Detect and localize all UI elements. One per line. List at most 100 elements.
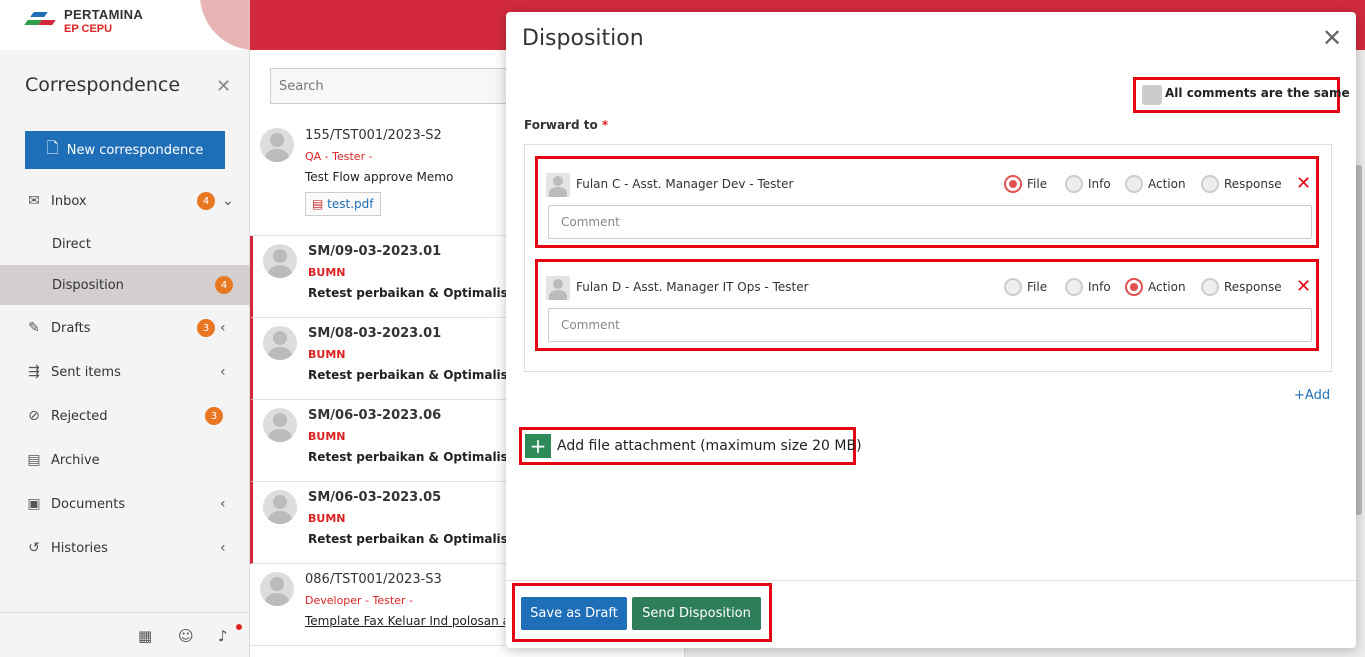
sidebar-item-inbox[interactable]: ✉ Inbox 4 ⌄ (0, 181, 250, 221)
radio-file[interactable]: File (1004, 175, 1047, 193)
new-correspondence-label: New correspondence (66, 142, 204, 158)
recipient-name: Fulan D - Asst. Manager IT Ops - Tester (576, 280, 809, 294)
item-sender: BUMN (308, 266, 346, 279)
radio-label: File (1027, 280, 1048, 294)
inbox-icon: ✉ (28, 193, 40, 209)
radio-button[interactable] (1201, 175, 1219, 193)
plus-icon: + (1294, 388, 1305, 403)
recipient-row: Fulan C - Asst. Manager Dev - Tester Fil… (535, 156, 1319, 248)
same-comments-checkbox[interactable] (1142, 85, 1162, 105)
history-icon: ↺ (28, 540, 40, 556)
radio-button[interactable] (1004, 175, 1022, 193)
item-sender: BUMN (308, 512, 346, 525)
comment-input[interactable]: Comment (548, 308, 1312, 342)
required-mark: * (601, 118, 609, 132)
add-attachment-icon[interactable]: + (525, 434, 551, 458)
sidebar-item-documents[interactable]: ▣ Documents ‹ (0, 484, 250, 524)
notification-dot (236, 624, 242, 630)
avatar (260, 128, 294, 162)
item-sender: QA - Tester - (305, 150, 373, 163)
sent-icon: ⇶ (28, 364, 40, 380)
chevron-left-icon[interactable]: ‹ (220, 364, 226, 380)
comment-input[interactable]: Comment (548, 205, 1312, 239)
radio-info[interactable]: Info (1065, 278, 1111, 296)
attachment-link[interactable]: ▤ test.pdf (305, 192, 381, 216)
chevron-left-icon[interactable]: ‹ (220, 540, 226, 556)
sidebar-item-disposition[interactable]: Disposition 4 (0, 265, 250, 305)
bell-icon[interactable]: ♪ (218, 627, 228, 645)
radio-button[interactable] (1201, 278, 1219, 296)
send-disposition-button[interactable]: Send Disposition (632, 597, 761, 630)
save-draft-button[interactable]: Save as Draft (521, 597, 627, 630)
radio-label: Response (1224, 177, 1282, 191)
drafts-count-badge: 3 (197, 319, 215, 337)
add-attachment-label[interactable]: Add file attachment (maximum size 20 MB) (557, 438, 862, 454)
radio-button[interactable] (1125, 175, 1143, 193)
rejected-count-badge: 3 (205, 407, 223, 425)
brand-logo[interactable]: PERTAMINA EP CEPU (22, 8, 143, 36)
document-icon[interactable]: ▦ (138, 627, 152, 645)
radio-button[interactable] (1065, 278, 1083, 296)
user-settings-icon[interactable]: ☺ (178, 627, 194, 645)
documents-icon: ▣ (27, 496, 41, 512)
item-number: SM/08-03-2023.01 (308, 326, 442, 341)
avatar (546, 173, 570, 197)
radio-file[interactable]: File (1004, 278, 1047, 296)
radio-action[interactable]: Action (1125, 175, 1186, 193)
sidebar-item-sent[interactable]: ⇶ Sent items ‹ (0, 352, 250, 392)
add-recipient-link[interactable]: +Add (1294, 388, 1330, 403)
chevron-left-icon[interactable]: ‹ (220, 320, 226, 336)
sidebar-item-rejected[interactable]: ⊘ Rejected 3 (0, 396, 250, 436)
close-icon[interactable]: ✕ (1322, 24, 1342, 52)
chevron-down-icon[interactable]: ⌄ (222, 193, 234, 209)
avatar (263, 408, 297, 442)
brand-name: PERTAMINA (64, 7, 144, 22)
radio-label: Response (1224, 280, 1282, 294)
sidebar-item-label: Direct (52, 236, 91, 252)
logo-area: PERTAMINA EP CEPU (0, 0, 250, 50)
radio-label: Info (1088, 177, 1111, 191)
item-number: SM/09-03-2023.01 (308, 244, 442, 259)
radio-response[interactable]: Response (1201, 278, 1282, 296)
avatar (260, 572, 294, 606)
item-subject: Retest perbaikan & Optimalisasi issue (308, 532, 508, 546)
item-subject: Retest perbaikan & Optimalisasi issue (308, 368, 508, 382)
recipient-name: Fulan C - Asst. Manager Dev - Tester (576, 177, 794, 191)
sidebar-item-label: Documents (51, 496, 126, 512)
sidebar-item-label: Drafts (51, 320, 91, 336)
radio-label: Info (1088, 280, 1111, 294)
sidebar-item-label: Disposition (52, 277, 124, 293)
add-label: Add (1304, 388, 1331, 403)
item-sender: BUMN (308, 430, 346, 443)
sidebar-footer: ▦ ☺ ♪ (0, 612, 250, 657)
sidebar-item-drafts[interactable]: ✎ Drafts 3 ‹ (0, 308, 250, 348)
item-sender: BUMN (308, 348, 346, 361)
scrollbar[interactable] (1355, 165, 1362, 515)
attachment-name: test.pdf (327, 197, 374, 211)
new-correspondence-button[interactable]: 🗋 New correspondence (25, 131, 225, 169)
radio-button[interactable] (1004, 278, 1022, 296)
disposition-count-badge: 4 (215, 276, 233, 294)
item-number: 086/TST001/2023-S3 (305, 572, 442, 587)
modal-title: Disposition (522, 26, 644, 51)
radio-button[interactable] (1065, 175, 1083, 193)
sidebar-close-icon[interactable]: ✕ (216, 76, 231, 97)
remove-recipient-icon[interactable]: ✕ (1296, 276, 1311, 297)
sidebar: PERTAMINA EP CEPU Correspondence ✕ 🗋 New… (0, 0, 250, 657)
item-sender: Developer - Tester - (305, 594, 413, 607)
chevron-left-icon[interactable]: ‹ (220, 496, 226, 512)
radio-response[interactable]: Response (1201, 175, 1282, 193)
sidebar-item-archive[interactable]: ▤ Archive (0, 440, 250, 480)
avatar (263, 326, 297, 360)
radio-label: Action (1148, 280, 1186, 294)
remove-recipient-icon[interactable]: ✕ (1296, 173, 1311, 194)
avatar (263, 490, 297, 524)
new-document-icon: 🗋 (46, 138, 59, 157)
rejected-icon: ⊘ (28, 408, 40, 424)
sidebar-item-histories[interactable]: ↺ Histories ‹ (0, 528, 250, 568)
radio-info[interactable]: Info (1065, 175, 1111, 193)
avatar (263, 244, 297, 278)
radio-button[interactable] (1125, 278, 1143, 296)
radio-action[interactable]: Action (1125, 278, 1186, 296)
sidebar-item-direct[interactable]: Direct (0, 224, 250, 264)
